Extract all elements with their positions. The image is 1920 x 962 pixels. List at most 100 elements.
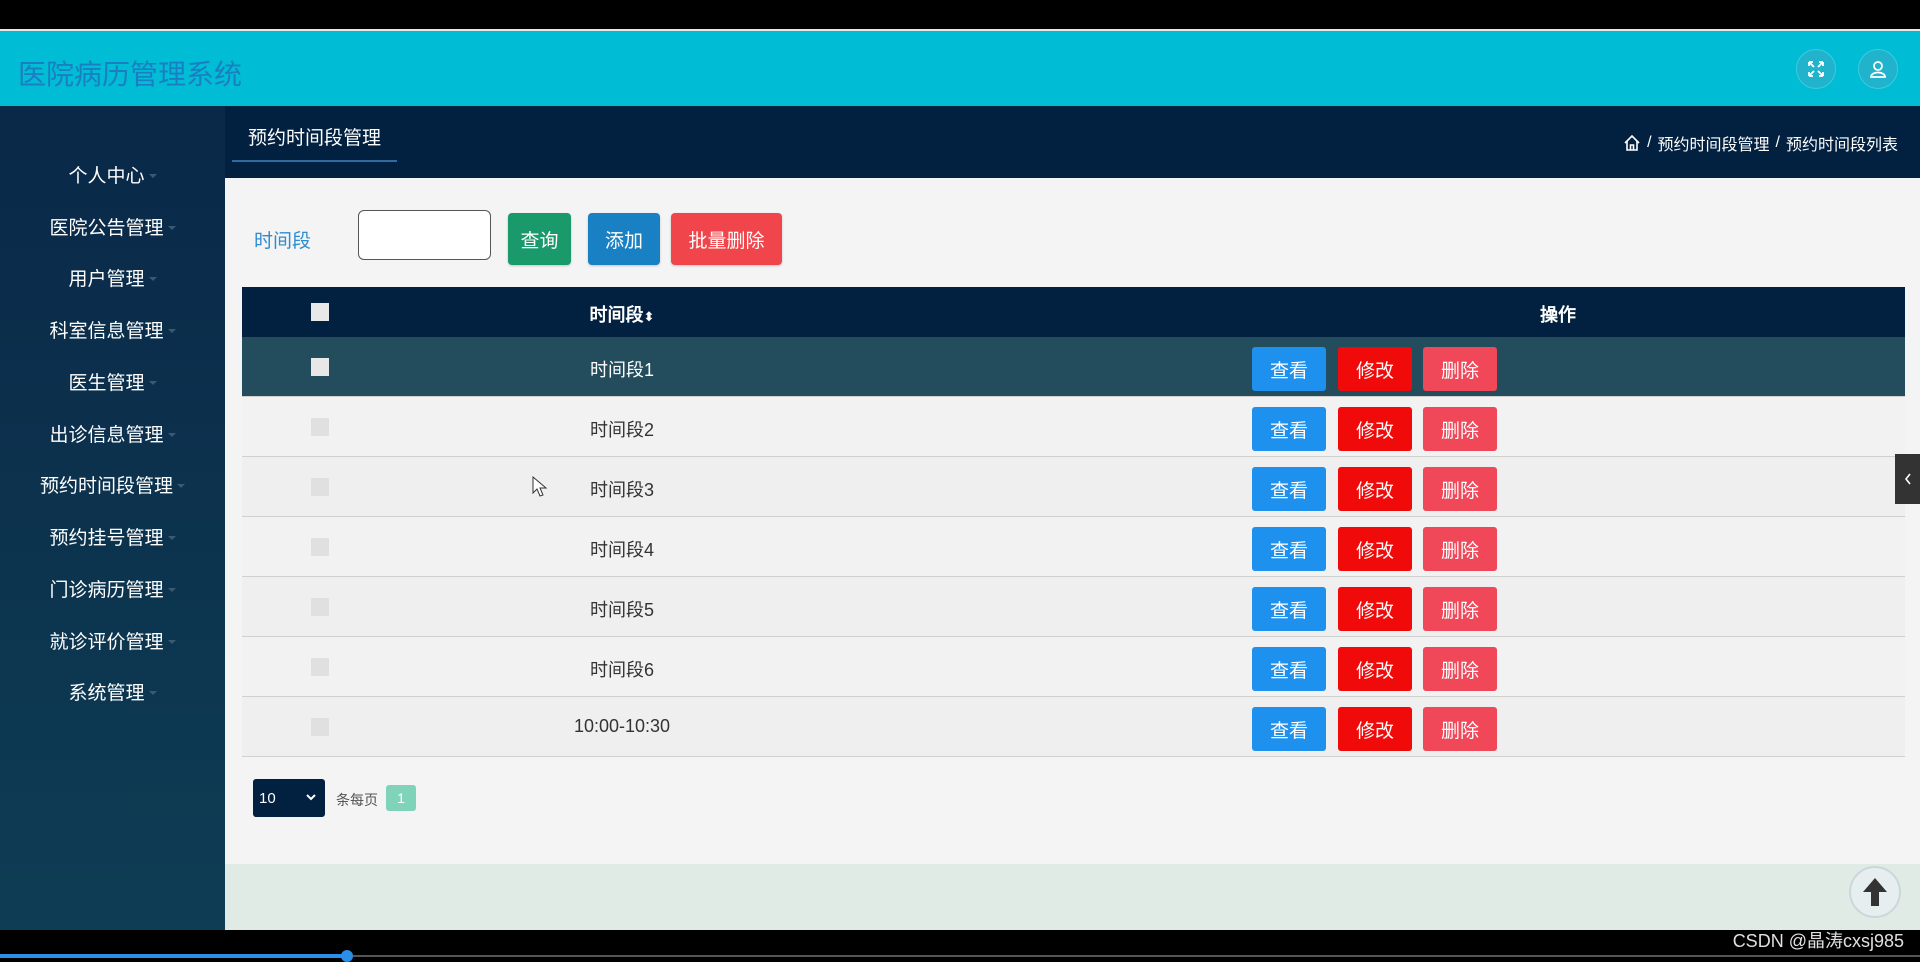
page-size-select[interactable]: 10: [253, 779, 325, 817]
sidebar: 个人中心 医院公告管理 用户管理 科室信息管理 医生管理 出诊信息管理 预约时间…: [0, 106, 225, 930]
sidebar-item-department-info[interactable]: 科室信息管理: [0, 309, 225, 349]
content-footer-band: [225, 864, 1920, 930]
caret-down-icon: [148, 381, 157, 385]
user-icon[interactable]: [1858, 49, 1898, 89]
caret-down-icon: [148, 174, 157, 178]
delete-button[interactable]: 删除: [1423, 707, 1497, 751]
select-all-checkbox[interactable]: [311, 303, 329, 321]
column-header-time-slot[interactable]: 时间段⬍: [522, 301, 722, 327]
caret-down-icon: [167, 536, 176, 540]
view-button[interactable]: 查看: [1252, 587, 1326, 631]
sidebar-item-user-management[interactable]: 用户管理: [0, 257, 225, 297]
table-row[interactable]: 时间段5 查看 修改 删除: [242, 577, 1905, 637]
table-row[interactable]: 时间段3 查看 修改 删除: [242, 457, 1905, 517]
caret-down-icon: [167, 226, 176, 230]
sidebar-item-time-slot-management[interactable]: 预约时间段管理: [0, 464, 225, 504]
sidebar-item-outpatient-records[interactable]: 门诊病历管理: [0, 568, 225, 608]
caret-down-icon: [167, 640, 176, 644]
app-title: 医院病历管理系统: [18, 59, 243, 90]
breadcrumb-item-module[interactable]: 预约时间段管理: [1658, 131, 1770, 155]
view-button[interactable]: 查看: [1252, 527, 1326, 571]
edit-button[interactable]: 修改: [1338, 587, 1412, 631]
home-icon[interactable]: [1623, 134, 1641, 152]
table-header: 时间段⬍ 操作: [242, 287, 1905, 337]
delete-button[interactable]: 删除: [1423, 467, 1497, 511]
sidebar-item-personal-center[interactable]: 个人中心: [0, 154, 225, 194]
sort-icon[interactable]: ⬍: [644, 309, 655, 324]
add-button[interactable]: 添加: [588, 213, 660, 265]
video-player-bar: [0, 930, 1920, 962]
sidebar-item-doctor-management[interactable]: 医生管理: [0, 361, 225, 401]
playback-track[interactable]: [347, 955, 1920, 957]
edit-button[interactable]: 修改: [1338, 347, 1412, 391]
playback-progress: [0, 954, 347, 958]
sidebar-item-visit-evaluation[interactable]: 就诊评价管理: [0, 620, 225, 660]
top-black-bar: [0, 0, 1920, 31]
view-button[interactable]: 查看: [1252, 467, 1326, 511]
edit-button[interactable]: 修改: [1338, 527, 1412, 571]
watermark: CSDN @晶涛cxsj985: [1732, 931, 1904, 951]
caret-down-icon: [167, 588, 176, 592]
row-checkbox[interactable]: [311, 358, 329, 376]
view-button[interactable]: 查看: [1252, 347, 1326, 391]
mouse-cursor-icon: [532, 476, 548, 497]
row-checkbox[interactable]: [311, 478, 329, 496]
sidebar-item-system-management[interactable]: 系统管理: [0, 671, 225, 711]
time-slot-cell: 时间段2: [589, 420, 654, 440]
sidebar-item-registration-management[interactable]: 预约挂号管理: [0, 516, 225, 556]
time-slot-cell: 时间段1: [589, 360, 654, 380]
edit-button[interactable]: 修改: [1338, 647, 1412, 691]
edit-button[interactable]: 修改: [1338, 707, 1412, 751]
caret-down-icon: [167, 329, 176, 333]
edit-button[interactable]: 修改: [1338, 407, 1412, 451]
edit-button[interactable]: 修改: [1338, 467, 1412, 511]
caret-down-icon: [148, 277, 157, 281]
table-row[interactable]: 时间段2 查看 修改 删除: [242, 397, 1905, 457]
delete-button[interactable]: 删除: [1423, 587, 1497, 631]
time-slot-cell: 时间段3: [589, 480, 654, 500]
time-slot-cell: 10:00-10:30: [573, 716, 671, 736]
per-page-label: 条每页: [336, 792, 378, 808]
view-button[interactable]: 查看: [1252, 647, 1326, 691]
breadcrumb-item-current: 预约时间段列表: [1785, 137, 1898, 154]
table-row[interactable]: 时间段4 查看 修改 删除: [242, 517, 1905, 577]
delete-button[interactable]: 删除: [1423, 527, 1497, 571]
time-slot-cell: 时间段5: [589, 600, 654, 620]
back-to-top-button[interactable]: [1849, 866, 1901, 918]
delete-button[interactable]: 删除: [1423, 647, 1497, 691]
batch-delete-button[interactable]: 批量删除: [671, 213, 782, 265]
caret-down-icon: [177, 484, 185, 488]
table-row[interactable]: 时间段6 查看 修改 删除: [242, 637, 1905, 697]
column-header-actions: 操作: [1540, 305, 1576, 325]
delete-button[interactable]: 删除: [1423, 407, 1497, 451]
row-checkbox[interactable]: [311, 658, 329, 676]
time-slot-search-input[interactable]: [358, 210, 491, 260]
time-slot-table: 时间段⬍ 操作 时间段1 查看 修改 删除 时间段2 查看 修改 删除 时间段3…: [242, 287, 1905, 757]
view-button[interactable]: 查看: [1252, 707, 1326, 751]
search-label: 时间段: [254, 231, 312, 252]
arrow-up-icon: [1863, 878, 1887, 906]
sidebar-item-clinic-info[interactable]: 出诊信息管理: [0, 413, 225, 453]
time-slot-cell: 时间段6: [589, 660, 654, 680]
row-checkbox[interactable]: [311, 418, 329, 436]
page-title-tab[interactable]: 预约时间段管理: [232, 124, 398, 162]
chevron-left-icon[interactable]: [1895, 454, 1920, 504]
row-checkbox[interactable]: [311, 718, 329, 736]
playback-knob[interactable]: [341, 950, 353, 962]
table-row[interactable]: 时间段1 查看 修改 删除: [242, 337, 1905, 397]
breadcrumb-bar: 预约时间段管理 / 预约时间段管理 / 预约时间段列表: [225, 106, 1920, 178]
breadcrumb: / 预约时间段管理 / 预约时间段列表: [1623, 131, 1898, 155]
chevron-down-icon: [306, 794, 316, 801]
table-row[interactable]: 10:00-10:30 查看 修改 删除: [242, 697, 1905, 757]
sidebar-item-hospital-notice[interactable]: 医院公告管理: [0, 206, 225, 246]
row-checkbox[interactable]: [311, 538, 329, 556]
caret-down-icon: [148, 691, 157, 695]
time-slot-cell: 时间段4: [589, 540, 654, 560]
view-button[interactable]: 查看: [1252, 407, 1326, 451]
page-number-button[interactable]: 1: [386, 785, 416, 811]
fullscreen-icon[interactable]: [1796, 49, 1836, 89]
query-button[interactable]: 查询: [508, 213, 571, 265]
delete-button[interactable]: 删除: [1423, 347, 1497, 391]
app-header: 医院病历管理系统: [0, 31, 1920, 106]
row-checkbox[interactable]: [311, 598, 329, 616]
